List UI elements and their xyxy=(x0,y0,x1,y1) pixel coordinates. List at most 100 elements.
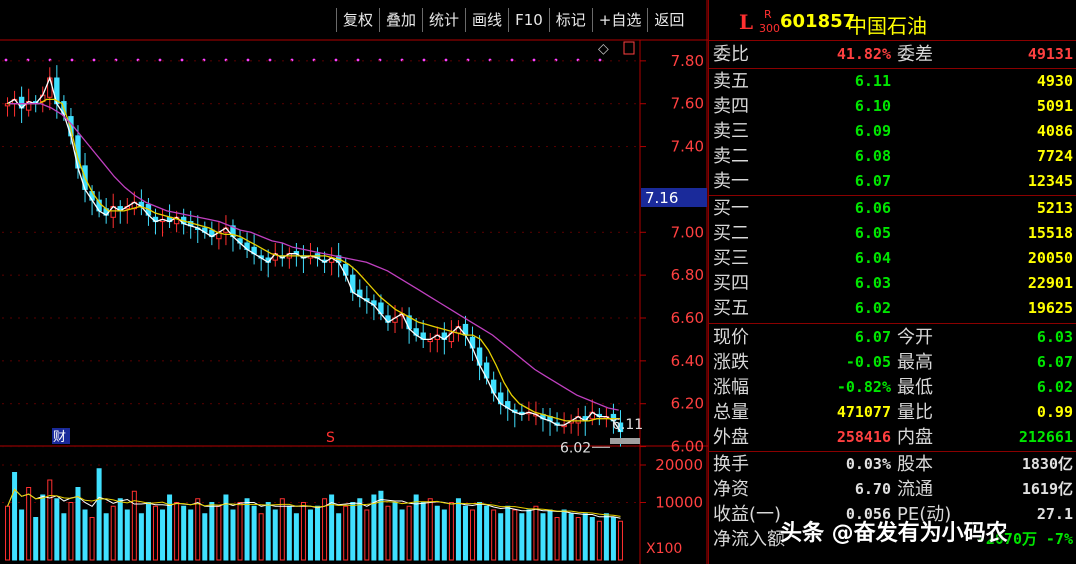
volume-bar xyxy=(152,505,158,561)
s-marker: S xyxy=(326,430,335,446)
volume-bar xyxy=(61,513,67,561)
stat-value: 471077 xyxy=(836,403,891,421)
volume-bar xyxy=(68,502,74,561)
price-tick-label: 7.00 xyxy=(671,223,704,241)
volume-bar xyxy=(582,513,588,561)
volume-bar xyxy=(519,513,525,561)
price-tick-label: 7.80 xyxy=(671,52,704,70)
weicha-label: 委差 xyxy=(897,44,933,65)
volume-bar xyxy=(589,517,595,561)
volume-bar xyxy=(181,505,187,561)
volume-bar xyxy=(307,509,313,561)
ask-label: 卖一 xyxy=(713,171,749,192)
volume-bar xyxy=(441,509,447,561)
stat-label-2: 最高 xyxy=(897,352,933,373)
bid-volume: 19625 xyxy=(1027,299,1073,317)
stat-label-2: 今开 xyxy=(897,327,933,348)
ask-volume: 4930 xyxy=(1036,72,1073,90)
event-dot xyxy=(268,58,272,62)
volume-bar xyxy=(223,494,229,561)
ask-volume: 7724 xyxy=(1036,147,1073,165)
stat-label: 外盘 xyxy=(713,427,749,448)
price-tick-label: 6.60 xyxy=(671,309,704,327)
stat-row: 涨幅 -0.82% 最低 6.02 xyxy=(709,375,1076,400)
stat-value: -0.05 xyxy=(845,353,891,371)
volume-bar xyxy=(575,517,581,561)
ask-volume: 5091 xyxy=(1036,97,1073,115)
stat-row: 总量 471077 量比 0.99 xyxy=(709,400,1076,425)
chart-canvas[interactable]: ◇ 7.80 7.60 7.40 7.00 6.80 6.60 6.40 6.20 6.00 7.1… xyxy=(0,0,708,564)
volume-bar xyxy=(5,505,11,561)
fin-value-2: 1619亿 xyxy=(1021,480,1073,498)
price-tick-label: 7.60 xyxy=(671,95,704,113)
volume-bar xyxy=(237,502,243,561)
volume-bar xyxy=(547,509,553,561)
volume-bar xyxy=(385,505,391,561)
bid-label: 买三 xyxy=(713,248,749,269)
volume-bar xyxy=(315,505,321,561)
volume-bar xyxy=(54,498,60,561)
volume-bar xyxy=(195,498,201,561)
ask-label: 卖三 xyxy=(713,121,749,142)
volume-tick-label: 10000 xyxy=(655,494,703,512)
stock-header: L R 300 601857 中国石油 xyxy=(709,8,1076,38)
kline-chart[interactable]: 复权 叠加 统计 画线 F10 标记 +自选 返回 ◇ 7.80 7.60 7.40 7.00 6.80… xyxy=(0,0,708,564)
volume-bar xyxy=(448,502,454,561)
volume-bar xyxy=(350,502,356,561)
high-annotation: 6.11 xyxy=(612,417,643,433)
volume-bar xyxy=(420,502,426,561)
bid-row: 买五 6.02 19625 xyxy=(709,296,1076,321)
stat-label: 涨幅 xyxy=(713,377,749,398)
low-annotation: 6.02 xyxy=(560,440,591,456)
volume-bar xyxy=(26,487,32,561)
volume-bar xyxy=(392,502,398,561)
stat-label-2: 最低 xyxy=(897,377,933,398)
bid-volume: 15518 xyxy=(1027,224,1073,242)
ask-price: 6.10 xyxy=(854,97,891,115)
price-marker-bar xyxy=(610,438,640,444)
volume-bar xyxy=(33,517,39,561)
ma10-line xyxy=(7,98,621,422)
bid-row: 买四 6.03 22901 xyxy=(709,271,1076,296)
volume-bar xyxy=(596,520,602,561)
volume-tick-label: 20000 xyxy=(655,456,703,474)
volume-bar xyxy=(230,509,236,561)
bid-row: 买三 6.04 20050 xyxy=(709,246,1076,271)
stat-label: 涨跌 xyxy=(713,352,749,373)
volume-bar xyxy=(364,509,370,561)
ma5-line xyxy=(7,75,622,432)
event-dot xyxy=(70,58,74,62)
ask-row: 卖五 6.11 4930 xyxy=(709,69,1076,94)
bid-label: 买一 xyxy=(713,198,749,219)
stat-label: 现价 xyxy=(713,327,749,348)
stock-name: 中国石油 xyxy=(847,14,927,38)
bid-price: 6.02 xyxy=(854,299,891,317)
bid-row: 买一 6.06 5213 xyxy=(709,196,1076,221)
volume-bar xyxy=(209,502,215,561)
volume-bar xyxy=(617,520,623,561)
bid-price: 6.06 xyxy=(854,199,891,217)
stat-row: 外盘 258416 内盘 212661 xyxy=(709,425,1076,450)
volume-bar xyxy=(484,505,490,561)
volume-bar xyxy=(343,505,349,561)
price-tick-label: 6.40 xyxy=(671,352,704,370)
volume-bar xyxy=(251,505,257,561)
stat-value: 6.07 xyxy=(854,328,891,346)
volume-bar xyxy=(279,498,285,561)
ask-row: 卖二 6.08 7724 xyxy=(709,144,1076,169)
bid-price: 6.05 xyxy=(854,224,891,242)
ask-row: 卖一 6.07 12345 xyxy=(709,169,1076,194)
volume-bar xyxy=(462,505,468,561)
fin-label: 换手 xyxy=(713,454,749,475)
finance-marker: 财 xyxy=(53,430,66,445)
fin-value-2: 27.1 xyxy=(1036,505,1073,523)
event-dot xyxy=(444,58,448,62)
volume-bar xyxy=(188,509,194,561)
diamond-icon: ◇ xyxy=(598,41,609,57)
fin-value: 6.70 xyxy=(854,480,891,498)
volume-bar xyxy=(19,509,25,561)
volume-bar xyxy=(603,513,609,561)
fin-value: 0.03% xyxy=(845,455,891,473)
chart-type-mark: L xyxy=(739,10,754,34)
ask-row: 卖四 6.10 5091 xyxy=(709,94,1076,119)
